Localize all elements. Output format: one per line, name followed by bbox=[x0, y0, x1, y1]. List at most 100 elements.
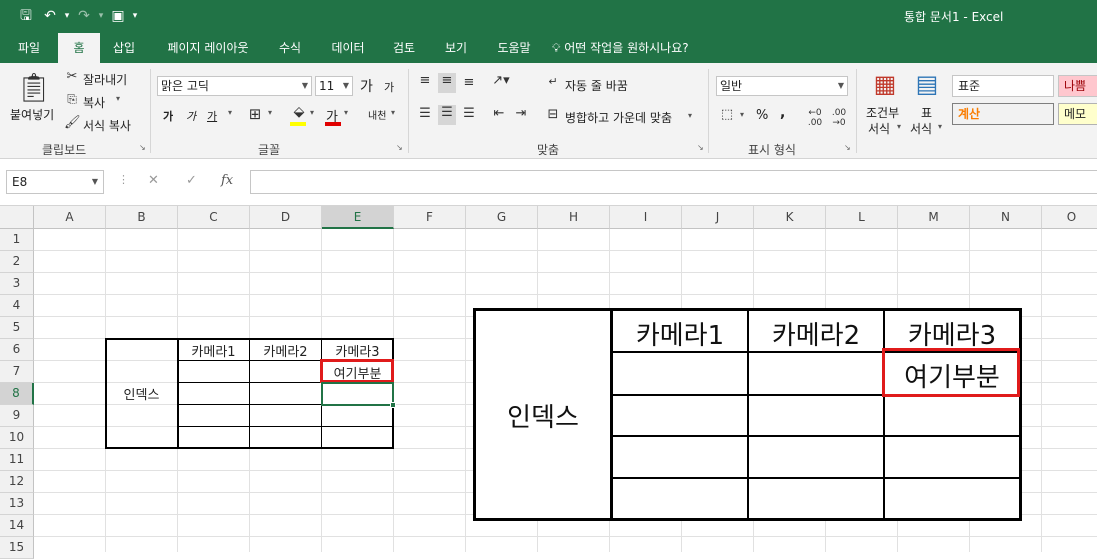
accounting-dropdown-icon[interactable]: ▾ bbox=[740, 110, 744, 119]
align-center-icon[interactable]: ☰ bbox=[438, 105, 456, 125]
customize-qat-icon[interactable]: ▾ bbox=[130, 6, 140, 26]
column-header[interactable]: M bbox=[898, 206, 970, 229]
copy-icon[interactable]: ⎘ bbox=[64, 92, 80, 107]
decrease-decimal-icon[interactable]: .00 →0 bbox=[828, 108, 850, 128]
copy-dropdown-icon[interactable]: ▾ bbox=[116, 94, 120, 103]
wrap-text-icon[interactable]: ↵ bbox=[545, 75, 561, 88]
row-header[interactable]: 2 bbox=[0, 251, 34, 273]
comma-button[interactable]: , bbox=[780, 105, 785, 121]
fill-color-icon[interactable]: ⬙ bbox=[290, 104, 308, 120]
increase-indent-icon[interactable]: ⇥ bbox=[512, 106, 530, 121]
font-name-combo[interactable]: 맑은 고딕 ▼ bbox=[157, 76, 312, 96]
formula-input[interactable] bbox=[250, 170, 1097, 194]
alignment-launcher-icon[interactable]: ↘ bbox=[697, 143, 704, 152]
align-middle-icon[interactable]: ≡ bbox=[438, 73, 456, 93]
row-header[interactable]: 7 bbox=[0, 361, 34, 383]
format-painter-button[interactable]: 서식 복사 bbox=[83, 117, 131, 134]
format-as-table-dropdown-icon[interactable]: ▾ bbox=[938, 122, 942, 131]
copy-button[interactable]: 복사 bbox=[83, 94, 105, 111]
row-header[interactable]: 9 bbox=[0, 405, 34, 427]
sheet-header-camera1[interactable]: 카메라1 bbox=[178, 341, 249, 360]
cut-button[interactable]: 잘라내기 bbox=[83, 71, 127, 88]
cut-icon[interactable]: ✂ bbox=[64, 69, 80, 84]
shrink-font-button[interactable]: 가 bbox=[384, 79, 394, 95]
redo-dropdown-icon[interactable]: ▾ bbox=[96, 6, 106, 26]
column-header[interactable]: I bbox=[610, 206, 682, 229]
tab-file[interactable]: 파일 bbox=[8, 33, 50, 63]
column-header[interactable]: O bbox=[1042, 206, 1097, 229]
merge-dropdown-icon[interactable]: ▾ bbox=[688, 111, 692, 120]
font-color-dropdown-icon[interactable]: ▾ bbox=[344, 108, 348, 117]
tab-data[interactable]: 데이터 bbox=[320, 33, 376, 63]
accounting-format-icon[interactable]: ⬚ bbox=[718, 107, 736, 122]
camera-icon[interactable]: ▣ bbox=[106, 6, 130, 26]
underline-button[interactable]: 가 bbox=[207, 108, 217, 124]
column-header[interactable]: J bbox=[682, 206, 754, 229]
format-as-table-icon[interactable]: ▤ bbox=[912, 69, 942, 99]
row-header[interactable]: 8 bbox=[0, 383, 34, 405]
redo-icon[interactable]: ↷ bbox=[72, 6, 96, 26]
row-header[interactable]: 15 bbox=[0, 537, 34, 559]
align-left-icon[interactable]: ☰ bbox=[416, 106, 434, 121]
tell-me-box[interactable]: 💡︎ 어떤 작업을 원하시나요? bbox=[552, 33, 732, 63]
tab-review[interactable]: 검토 bbox=[382, 33, 426, 63]
column-header[interactable]: G bbox=[466, 206, 538, 229]
bold-button[interactable]: 가 bbox=[163, 108, 173, 124]
phonetic-button[interactable]: 내천 bbox=[368, 107, 386, 122]
align-top-icon[interactable]: ≡ bbox=[416, 73, 434, 88]
row-header[interactable]: 4 bbox=[0, 295, 34, 317]
font-size-combo[interactable]: 11 ▼ bbox=[315, 76, 353, 96]
column-header[interactable]: C bbox=[178, 206, 250, 229]
conditional-format-dropdown-icon[interactable]: ▾ bbox=[897, 122, 901, 131]
number-launcher-icon[interactable]: ↘ bbox=[844, 143, 851, 152]
row-header[interactable]: 3 bbox=[0, 273, 34, 295]
underline-dropdown-icon[interactable]: ▾ bbox=[228, 108, 232, 117]
number-format-combo[interactable]: 일반 ▼ bbox=[716, 76, 848, 96]
conditional-format-icon[interactable]: ▦ bbox=[870, 69, 900, 99]
sheet-header-camera2[interactable]: 카메라2 bbox=[250, 341, 321, 360]
select-all-corner[interactable] bbox=[0, 206, 34, 229]
align-right-icon[interactable]: ☰ bbox=[460, 106, 478, 121]
style-calculation[interactable]: 계산 bbox=[952, 103, 1054, 125]
column-header[interactable]: N bbox=[970, 206, 1042, 229]
style-bad[interactable]: 나쁨 bbox=[1058, 75, 1097, 97]
wrap-text-button[interactable]: 자동 줄 바꿈 bbox=[565, 77, 628, 94]
increase-decimal-icon[interactable]: ←0.00 bbox=[804, 108, 826, 128]
cancel-icon[interactable]: ✕ bbox=[148, 173, 159, 188]
tab-view[interactable]: 보기 bbox=[434, 33, 478, 63]
merge-center-button[interactable]: 병합하고 가운데 맞춤 bbox=[565, 109, 672, 126]
sheet-header-camera3[interactable]: 카메라3 bbox=[322, 341, 393, 360]
row-header[interactable]: 1 bbox=[0, 229, 34, 251]
row-header[interactable]: 10 bbox=[0, 427, 34, 449]
save-icon[interactable]: 🖫 bbox=[14, 6, 38, 26]
enter-icon[interactable]: ✓ bbox=[186, 173, 197, 188]
conditional-format-label-2[interactable]: 서식 bbox=[868, 120, 890, 137]
column-header[interactable]: F bbox=[394, 206, 466, 229]
column-header[interactable]: D bbox=[250, 206, 322, 229]
column-header[interactable]: B bbox=[106, 206, 178, 229]
tab-help[interactable]: 도움말 bbox=[486, 33, 542, 63]
column-header[interactable]: A bbox=[34, 206, 106, 229]
font-launcher-icon[interactable]: ↘ bbox=[396, 143, 403, 152]
sheet-row-header[interactable]: 인덱스 bbox=[106, 384, 177, 403]
borders-dropdown-icon[interactable]: ▾ bbox=[268, 108, 272, 117]
paste-icon[interactable]: 📋︎ bbox=[16, 71, 52, 105]
clipboard-launcher-icon[interactable]: ↘ bbox=[139, 143, 146, 152]
paste-button[interactable]: 붙여넣기 bbox=[10, 106, 54, 123]
row-header[interactable]: 6 bbox=[0, 339, 34, 361]
format-as-table-label-2[interactable]: 서식 bbox=[910, 120, 932, 137]
insert-function-button[interactable]: fx bbox=[221, 173, 233, 188]
format-as-table-label-1[interactable]: 표 bbox=[921, 104, 932, 121]
column-header[interactable]: L bbox=[826, 206, 898, 229]
tab-home[interactable]: 홈 bbox=[58, 33, 100, 63]
row-header[interactable]: 11 bbox=[0, 449, 34, 471]
phonetic-dropdown-icon[interactable]: ▾ bbox=[391, 108, 395, 117]
column-header[interactable]: E bbox=[322, 206, 394, 229]
tab-formulas[interactable]: 수식 bbox=[268, 33, 312, 63]
align-bottom-icon[interactable]: ≡ bbox=[460, 75, 478, 90]
undo-icon[interactable]: ↶ bbox=[38, 6, 62, 26]
column-header[interactable]: K bbox=[754, 206, 826, 229]
orientation-icon[interactable]: ↗▾ bbox=[490, 73, 512, 88]
row-header[interactable]: 5 bbox=[0, 317, 34, 339]
percent-button[interactable]: % bbox=[756, 108, 768, 123]
